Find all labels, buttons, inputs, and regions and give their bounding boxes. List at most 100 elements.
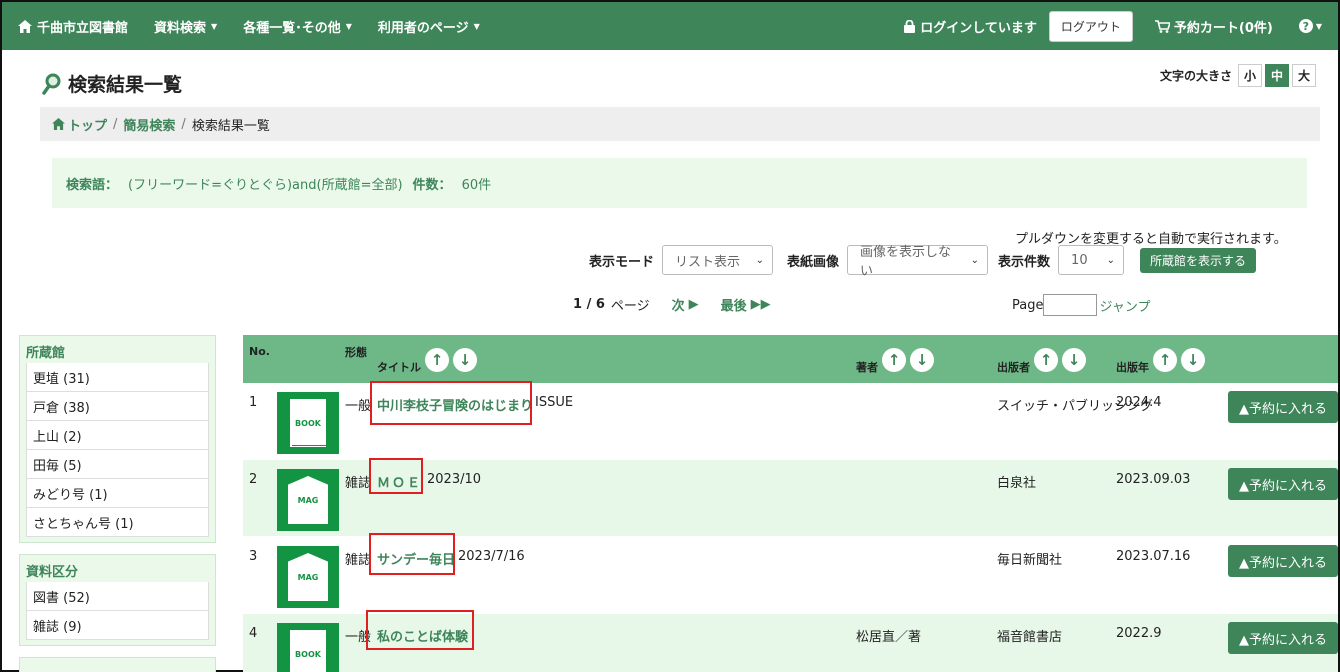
search-terms-label: 検索語： [66,177,119,193]
header-title: タイトル ↑ ↓ [377,345,477,375]
facet-item[interactable]: 雑誌 (9) [26,611,209,640]
menu-lists[interactable]: 各種一覧･その他 ▼ [243,17,352,36]
cover-image-value: 画像を表示しない [860,245,952,279]
breadcrumb-separator: / [113,116,118,132]
sort-ascending-button[interactable]: ↑ [1034,348,1058,372]
lock-icon [904,19,916,33]
magnifier-icon [42,73,61,95]
cover-image-label: 表紙画像 [787,254,840,270]
reservation-cart-link[interactable]: 予約カート(0件) [1154,17,1273,36]
page-title-text: 検索結果一覧 [68,74,183,96]
sort-ascending-button[interactable]: ↑ [882,348,906,372]
page-jump-input[interactable] [1043,294,1098,316]
header-title-label: タイトル [377,361,421,374]
facet-material-type: 資料区分 図書 (52) 雑誌 (9) [19,554,216,646]
caret-down-icon: ▼ [1315,21,1322,31]
reserve-button[interactable]: ▲予約に入れる [1228,622,1338,654]
font-size-medium-button[interactable]: 中 [1264,64,1289,87]
header-year: 出版年 ↑ ↓ [1116,345,1205,375]
book-icon-label: BOOK [290,630,327,672]
page-title: 検索結果一覧 [42,70,182,97]
per-page-select[interactable]: 10 ⌄ [1058,245,1125,275]
row-title-suffix: 2023/7/16 [458,549,525,564]
facet-title: 資料区分 [26,565,79,580]
facet-item[interactable]: 田毎 (5) [26,450,209,479]
menu-user-page-label: 利用者のページ [377,20,469,36]
brand-link[interactable]: 千曲市立図書館 [18,17,128,36]
magazine-icon-label: MAG [288,553,328,601]
help-icon: ? [1298,19,1313,33]
header-no: No. [249,345,270,358]
row-author: 松居直／著 [856,630,922,645]
help-menu[interactable]: ? ▼ [1298,19,1322,33]
table-row: 3 MAG 雑誌 サンデー毎日 2023/7/16 毎日新聞社 2023.07.… [243,533,1338,614]
fast-forward-icon: ▶▶ [750,297,771,312]
next-page-label: 次 [671,299,685,314]
facet-partial [19,657,216,672]
header-publisher: 出版者 ↑ ↓ [997,345,1086,375]
per-page-value: 10 [1071,252,1088,268]
reserve-button[interactable]: ▲予約に入れる [1228,391,1338,423]
next-page-link[interactable]: 次 ▶ [672,295,699,314]
menu-search[interactable]: 資料検索 ▼ [154,17,217,36]
result-count-value: 60件 [461,177,492,193]
facet-holding-library: 所蔵館 更埴 (31) 戸倉 (38) 上山 (2) 田毎 (5) みどり号 (… [19,335,216,543]
facet-item[interactable]: 図書 (52) [26,582,209,611]
table-row: 4 BOOK 一般 私のことば体験 松居直／著 福音館書店 2022.9 ▲予約… [243,610,1338,672]
result-count-label: 件数： [412,177,452,193]
pagination: 1 / 6 ページ 次 ▶ 最後 ▶▶ [573,295,771,314]
page-jump-button[interactable]: ジャンプ [1099,296,1150,315]
page-indicator: 1 / 6 [573,297,605,312]
caret-down-icon: ▼ [473,21,480,31]
last-page-label: 最後 [720,299,747,314]
page-word: ページ [610,299,650,314]
facet-item[interactable]: 戸倉 (38) [26,392,209,421]
menu-user-page[interactable]: 利用者のページ ▼ [378,17,480,36]
row-publisher: 福音館書店 [997,630,1063,645]
menu-search-label: 資料検索 [154,20,207,36]
sort-descending-button[interactable]: ↓ [910,348,934,372]
facet-item[interactable]: 上山 (2) [26,421,209,450]
sort-ascending-button[interactable]: ↑ [425,348,449,372]
sort-ascending-button[interactable]: ↑ [1153,348,1177,372]
facet-item[interactable]: 更埴 (31) [26,363,209,392]
table-row: 2 MAG 雑誌 ＭＯＥ 2023/10 白泉社 2023.09.03 ▲予約に… [243,458,1338,537]
breadcrumb-home-link[interactable]: トップ [52,115,107,134]
display-mode-value: リスト表示 [675,254,741,270]
show-holdings-button[interactable]: 所蔵館を表示する [1140,247,1257,273]
home-icon [52,118,65,130]
menu-lists-label: 各種一覧･その他 [243,20,341,36]
book-icon: BOOK [277,623,339,672]
brand-label: 千曲市立図書館 [37,20,129,36]
display-controls: 表示モード リスト表示 ⌄ 表紙画像 画像を表示しない ⌄ 表示件数 10 ⌄ … [589,245,1257,279]
header-type: 形態 [345,346,367,359]
row-number: 3 [249,549,258,564]
reserve-button[interactable]: ▲予約に入れる [1228,468,1338,500]
display-mode-select[interactable]: リスト表示 ⌄ [662,245,774,275]
sort-descending-button[interactable]: ↓ [453,348,477,372]
row-year: 2024.4 [1116,395,1162,410]
cover-image-select[interactable]: 画像を表示しない ⌄ [847,245,989,279]
font-size-large-button[interactable]: 大 [1291,64,1316,87]
facet-item[interactable]: みどり号 (1) [26,479,209,508]
breadcrumb-current: 検索結果一覧 [191,118,270,134]
row-title-suffix: ISSUE [535,395,574,410]
reserve-button[interactable]: ▲予約に入れる [1228,545,1338,577]
breadcrumb-simple-search-link[interactable]: 簡易検索 [123,115,175,134]
row-year: 2022.9 [1116,626,1162,641]
row-year: 2023.09.03 [1116,472,1191,487]
sort-descending-button[interactable]: ↓ [1062,348,1086,372]
last-page-link[interactable]: 最後 ▶▶ [721,295,771,314]
cart-label: 予約カート(0件) [1173,20,1273,36]
home-icon [18,19,32,33]
font-size-small-button[interactable]: 小 [1237,64,1262,87]
sort-descending-button[interactable]: ↓ [1181,348,1205,372]
logout-button[interactable]: ログアウト [1048,10,1133,42]
chevron-down-icon: ⌄ [1106,254,1116,266]
play-icon: ▶ [688,297,699,312]
highlight-box [366,610,474,650]
header-publisher-label: 出版者 [997,361,1030,374]
facet-item[interactable]: さとちゃん号 (1) [26,508,209,537]
row-year: 2023.07.16 [1116,549,1191,564]
search-summary: 検索語： (フリーワード=ぐりとぐら)and(所蔵館=全部) 件数： 60件 [52,158,1307,208]
